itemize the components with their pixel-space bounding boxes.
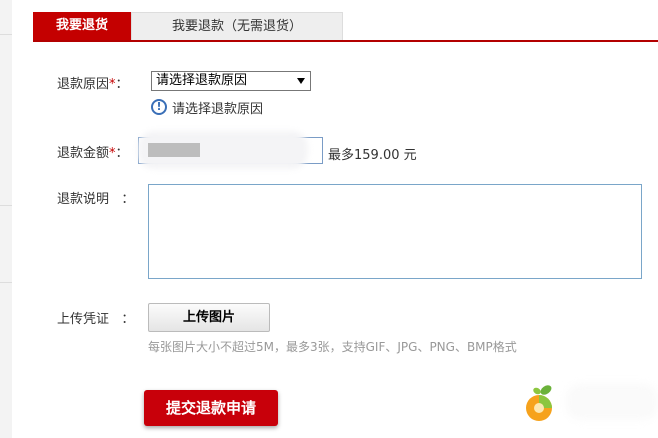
description-label: 退款说明 ： (57, 192, 135, 207)
tab-return-goods[interactable]: 我要退货 (33, 12, 131, 41)
upload-hint: 每张图片大小不超过5M，最多3张，支持GIF、JPG、PNG、BMP格式 (148, 340, 517, 354)
reason-hint: ! 请选择退款原因 (151, 97, 263, 117)
submit-refund-button[interactable]: 提交退款申请 (144, 390, 278, 426)
watermark-blur (566, 384, 658, 420)
amount-label: 退款金额*： (57, 146, 129, 161)
evidence-label: 上传凭证 ： (57, 312, 135, 327)
redacted-value-block (148, 143, 200, 157)
upload-image-button[interactable]: 上传图片 (148, 303, 270, 332)
leaf-logo-icon (526, 385, 552, 421)
tab-underline (33, 40, 658, 42)
info-circle-icon: ! (151, 99, 167, 115)
reason-label: 退款原因*： (57, 77, 129, 92)
dropdown-arrow-icon (297, 78, 305, 84)
tab-bar: 我要退货 我要退款（无需退货） (33, 12, 658, 42)
reason-hint-text: 请选择退款原因 (172, 101, 264, 117)
left-page-edge (0, 0, 12, 438)
reason-select[interactable]: 请选择退款原因 (151, 71, 311, 91)
description-textarea[interactable] (148, 184, 642, 279)
tab-refund-only[interactable]: 我要退款（无需退货） (131, 12, 343, 40)
reason-select-value: 请选择退款原因 (156, 73, 248, 88)
max-amount-text: 最多159.00 元 (328, 148, 417, 163)
